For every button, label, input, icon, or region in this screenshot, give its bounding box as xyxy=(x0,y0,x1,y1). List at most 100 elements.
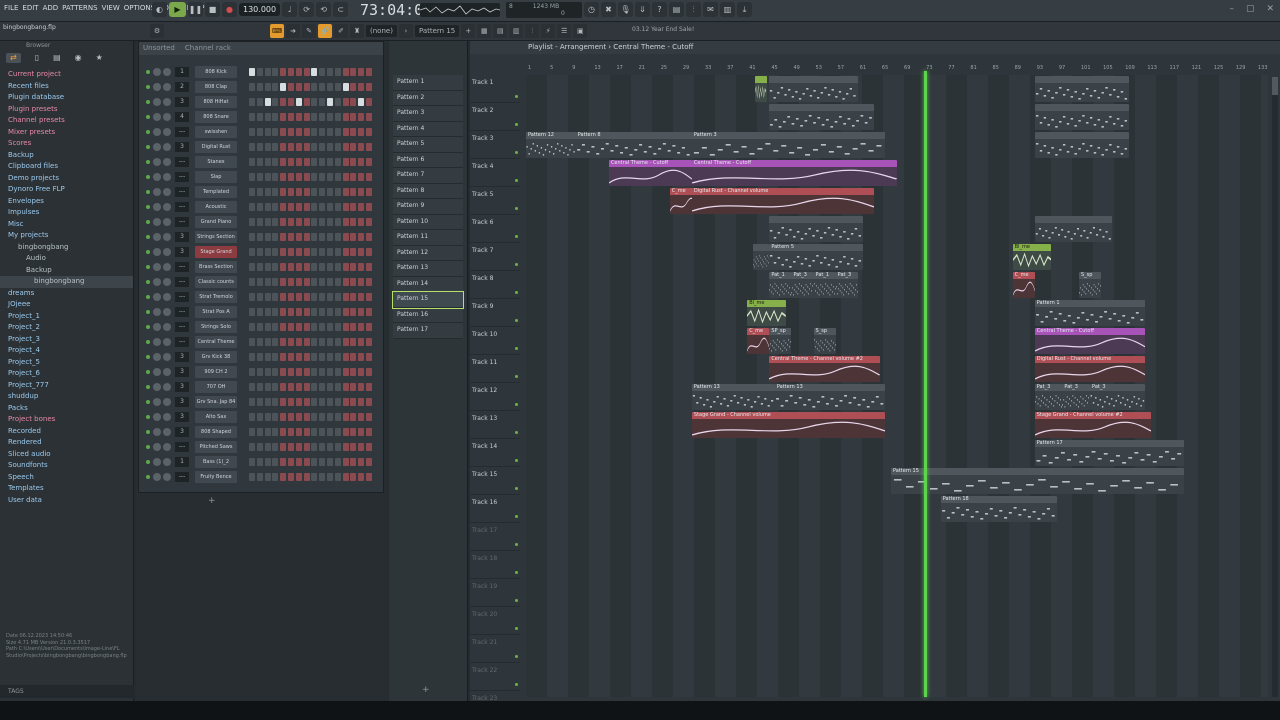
step-button[interactable] xyxy=(366,143,372,151)
channel-row[interactable]: 3 Stage Grand xyxy=(143,246,381,259)
channel-name-button[interactable]: 808 Snare xyxy=(195,111,237,123)
step-button[interactable] xyxy=(272,308,279,316)
step-button[interactable] xyxy=(311,128,318,136)
step-button[interactable] xyxy=(272,203,279,211)
step-button[interactable] xyxy=(366,353,372,361)
step-button[interactable] xyxy=(350,113,357,121)
step-button[interactable] xyxy=(303,308,310,316)
step-button[interactable] xyxy=(334,278,341,286)
playlist-clip[interactable]: Pattern 13 xyxy=(691,384,775,410)
step-button[interactable] xyxy=(327,203,333,211)
step-button[interactable] xyxy=(327,98,333,106)
channel-volume-knob[interactable] xyxy=(163,143,171,151)
step-button[interactable] xyxy=(256,113,263,121)
step-button[interactable] xyxy=(327,323,333,331)
step-button[interactable] xyxy=(280,158,287,166)
channel-mute-led[interactable] xyxy=(146,400,150,404)
browser-item[interactable]: User data xyxy=(0,495,133,507)
step-button[interactable] xyxy=(334,218,341,226)
step-button[interactable] xyxy=(334,293,341,301)
channel-pan-knob[interactable] xyxy=(153,368,161,376)
step-button[interactable] xyxy=(303,173,310,181)
step-button[interactable] xyxy=(280,218,287,226)
channel-pan-knob[interactable] xyxy=(153,353,161,361)
step-button[interactable] xyxy=(272,428,279,436)
step-button[interactable] xyxy=(272,413,279,421)
track-header[interactable]: Track 2 xyxy=(470,103,520,131)
browser-item[interactable]: bingbongbang xyxy=(0,242,133,254)
channel-volume-knob[interactable] xyxy=(163,113,171,121)
step-button[interactable] xyxy=(342,383,349,391)
step-button[interactable] xyxy=(272,398,279,406)
step-button[interactable] xyxy=(366,293,372,301)
step-button[interactable] xyxy=(272,353,279,361)
step-button[interactable] xyxy=(350,128,357,136)
step-button[interactable] xyxy=(358,458,365,466)
playlist-clip[interactable] xyxy=(1034,132,1129,158)
step-button[interactable] xyxy=(280,368,287,376)
step-button[interactable] xyxy=(334,338,341,346)
channel-volume-knob[interactable] xyxy=(163,443,171,451)
track-mute-led[interactable] xyxy=(515,375,518,378)
step-button[interactable] xyxy=(280,128,287,136)
chat-icon[interactable]: ✉ xyxy=(703,2,718,17)
step-button[interactable] xyxy=(327,353,333,361)
step-button[interactable] xyxy=(358,308,365,316)
step-button[interactable] xyxy=(288,413,294,421)
playlist-clip[interactable]: Pattern 17 xyxy=(1034,440,1185,466)
step-button[interactable] xyxy=(288,443,294,451)
channel-pan-knob[interactable] xyxy=(153,188,161,196)
channel-volume-knob[interactable] xyxy=(163,368,171,376)
step-button[interactable] xyxy=(358,338,365,346)
channel-row[interactable]: 3 808 HiHat xyxy=(143,96,381,109)
step-button[interactable] xyxy=(295,128,302,136)
channel-mute-led[interactable] xyxy=(146,295,150,299)
playlist-clip[interactable]: Central Theme - Cutoff xyxy=(608,160,692,186)
stop-button[interactable]: ■ xyxy=(205,2,220,17)
step-button[interactable] xyxy=(264,338,271,346)
step-button[interactable] xyxy=(303,293,310,301)
channel-row[interactable]: --- Grand Piano xyxy=(143,216,381,229)
playlist-clip[interactable]: Central Theme - Cutoff xyxy=(1034,328,1146,354)
step-button[interactable] xyxy=(303,218,310,226)
step-button[interactable] xyxy=(280,458,287,466)
step-button[interactable] xyxy=(288,233,294,241)
step-button[interactable] xyxy=(256,293,263,301)
play-button[interactable]: ▶ xyxy=(169,2,186,17)
playlist-clip[interactable]: Pattern 1 xyxy=(1034,300,1146,326)
channel-volume-knob[interactable] xyxy=(163,278,171,286)
step-button[interactable] xyxy=(311,203,318,211)
channel-mixer-track[interactable]: --- xyxy=(175,187,189,197)
step-button[interactable] xyxy=(264,203,271,211)
channel-pan-knob[interactable] xyxy=(153,323,161,331)
channel-row[interactable]: --- Fruity Bence xyxy=(143,471,381,484)
step-button[interactable] xyxy=(272,68,279,76)
step-button[interactable] xyxy=(311,218,318,226)
browser-item[interactable]: bingbongbang xyxy=(0,276,133,288)
step-button[interactable] xyxy=(350,158,357,166)
track-header[interactable]: Track 4 xyxy=(470,159,520,187)
step-button[interactable] xyxy=(264,428,271,436)
step-button[interactable] xyxy=(358,473,365,481)
browser-item[interactable]: Envelopes xyxy=(0,196,133,208)
step-button[interactable] xyxy=(303,353,310,361)
pattern-item[interactable]: Pattern 12 xyxy=(393,245,463,261)
channel-mixer-track[interactable]: 3 xyxy=(175,142,189,152)
channel-mute-led[interactable] xyxy=(146,85,150,89)
step-button[interactable] xyxy=(249,473,255,481)
step-button[interactable] xyxy=(303,338,310,346)
channel-mute-led[interactable] xyxy=(146,145,150,149)
step-button[interactable] xyxy=(295,203,302,211)
channel-row[interactable]: 1 808 Kick xyxy=(143,66,381,79)
step-button[interactable] xyxy=(350,218,357,226)
step-button[interactable] xyxy=(350,353,357,361)
step-button[interactable] xyxy=(311,293,318,301)
track-mute-led[interactable] xyxy=(515,431,518,434)
channel-volume-knob[interactable] xyxy=(163,398,171,406)
scrollbar-thumb[interactable] xyxy=(1272,77,1278,95)
step-button[interactable] xyxy=(334,248,341,256)
browser-item[interactable]: Recent files xyxy=(0,81,133,93)
pattern-item[interactable]: Pattern 16 xyxy=(393,307,463,323)
step-button[interactable] xyxy=(280,308,287,316)
channel-volume-knob[interactable] xyxy=(163,158,171,166)
